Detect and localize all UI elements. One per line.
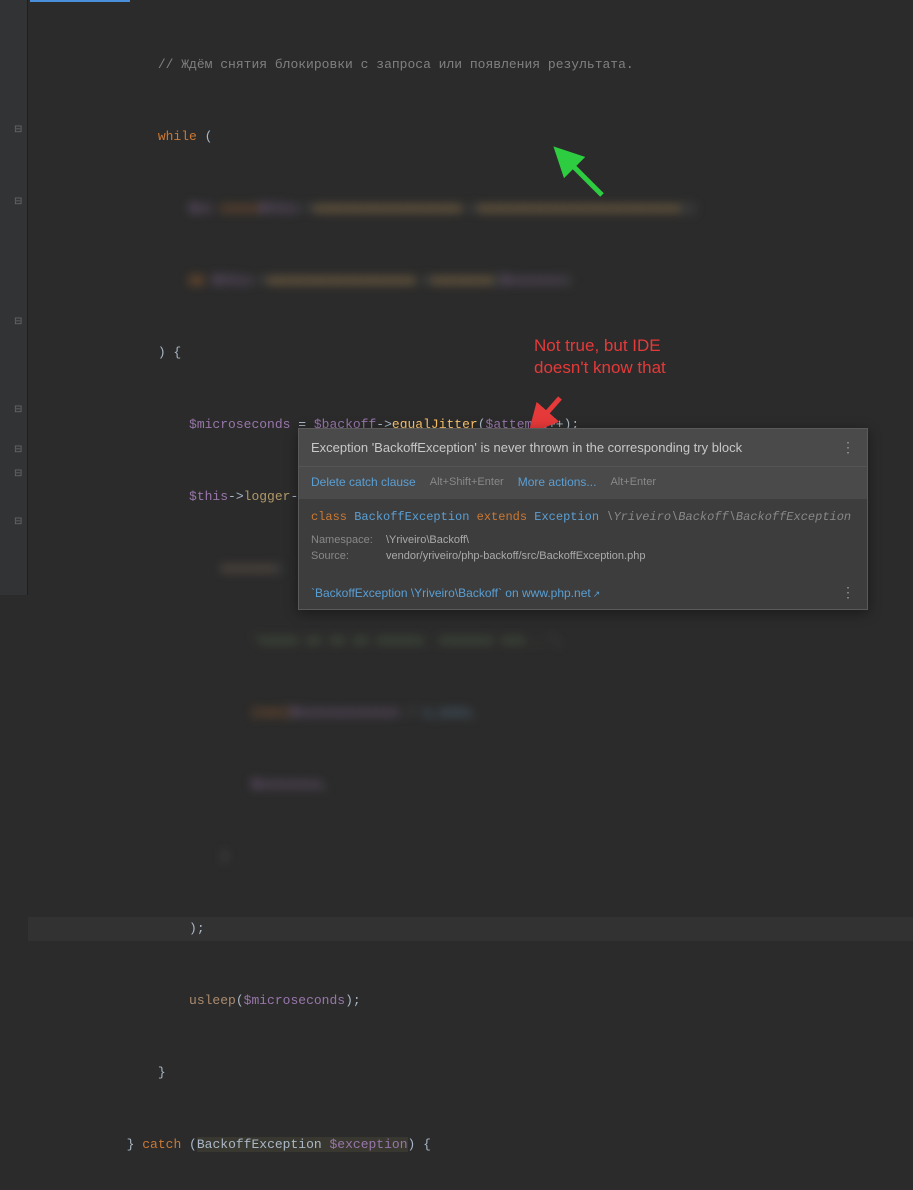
fold-icon[interactable]: ⊟	[14, 124, 24, 134]
code-line: usleep($microseconds);	[28, 989, 913, 1013]
code-line: $xx xxxxx$this->xxxxxxxxxxxxxxxxxxx->xxx…	[28, 197, 913, 221]
inspection-popup: Exception 'BackoffException' is never th…	[298, 428, 868, 610]
code-line: ) {	[28, 341, 913, 365]
kebab-menu-icon[interactable]: ⋮	[841, 584, 855, 601]
shortcut-hint: Alt+Shift+Enter	[430, 476, 504, 488]
source-row: Source: vendor/yriveiro/php-backoff/src/…	[311, 550, 855, 562]
code-line: (xxx)$xxxxxxxxxxxxx / x_xxxx,	[28, 701, 913, 725]
phpnet-link[interactable]: `BackoffException \Yriveiro\Backoff` on …	[311, 586, 600, 600]
namespace-row: Namespace: \Yriveiro\Backoff\	[311, 534, 855, 546]
code-line: // Ждём снятия блокировки с запроса или …	[28, 53, 913, 77]
fold-icon[interactable]: ⊟	[14, 468, 24, 478]
fold-icon[interactable]: ⊟	[14, 316, 24, 326]
shortcut-hint: Alt+Enter	[610, 476, 656, 488]
code-line: } catch (BackoffException $exception) {	[28, 1133, 913, 1157]
more-actions-link[interactable]: More actions...	[518, 475, 597, 489]
delete-catch-action[interactable]: Delete catch clause	[311, 475, 416, 489]
code-line: $xxxxxxxx,	[28, 773, 913, 797]
fold-icon[interactable]: ⊟	[14, 404, 24, 414]
fold-icon[interactable]: ⊟	[14, 444, 24, 454]
code-line: )	[28, 845, 913, 869]
code-line: }	[28, 1061, 913, 1085]
code-line: && $this->xxxxxxxxxxxxxxxxxxx->xxxxxxxx(…	[28, 269, 913, 293]
code-line: );	[28, 917, 913, 941]
external-link-icon: ↗	[593, 589, 601, 599]
fold-icon[interactable]: ⊟	[14, 516, 24, 526]
kebab-menu-icon[interactable]: ⋮	[841, 439, 855, 456]
editor-gutter: ⊟ ⊟ ⊟ ⊟ ⊟ ⊟ ⊟	[0, 0, 28, 595]
code-line: 'xxxxx xx xx xx xxxxxx. xxxxxxx xxx...',	[28, 629, 913, 653]
class-signature: class BackoffException extends Exception…	[311, 510, 855, 524]
popup-title: Exception 'BackoffException' is never th…	[311, 440, 742, 455]
code-line: while (	[28, 125, 913, 149]
fold-icon[interactable]: ⊟	[14, 196, 24, 206]
